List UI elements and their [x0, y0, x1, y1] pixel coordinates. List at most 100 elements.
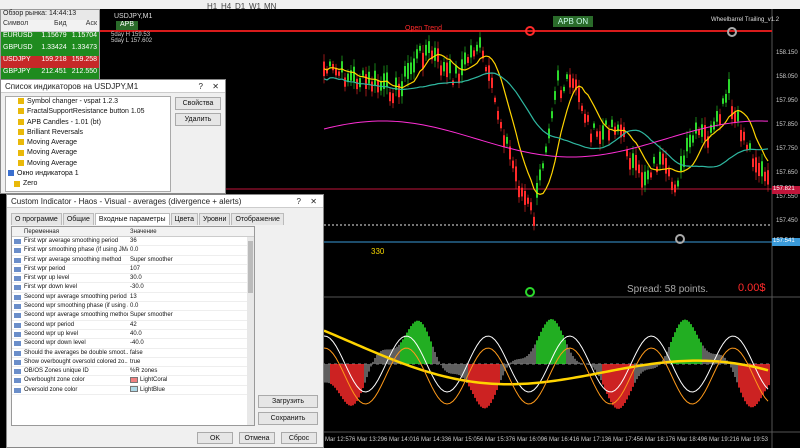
- param-value[interactable]: 30.0: [128, 274, 254, 282]
- tab-1[interactable]: Общие: [62, 213, 94, 225]
- candle-body: [572, 78, 574, 88]
- market-watch-row[interactable]: GBPUSD 1.33424 1.33473: [1, 44, 99, 56]
- indicator-item[interactable]: Symbol changer - vspat 1.2.3: [6, 97, 170, 107]
- tab-0[interactable]: О программе: [11, 213, 62, 225]
- param-row[interactable]: Show overbought oversold colored zo... tr…: [12, 358, 254, 368]
- indicator-item[interactable]: FractalSupportResistance button 1.05: [6, 107, 170, 117]
- param-value[interactable]: LightCoral: [128, 376, 254, 384]
- param-row[interactable]: Second wpr average smoothing period 13: [12, 293, 254, 303]
- tab-5[interactable]: Отображение: [231, 213, 284, 225]
- tab-4[interactable]: Уровни: [199, 213, 231, 225]
- candle-body: [698, 129, 700, 136]
- param-value[interactable]: 0.0: [128, 302, 254, 310]
- param-value[interactable]: 36: [128, 237, 254, 245]
- param-value[interactable]: -30.0: [128, 283, 254, 291]
- apb-badge[interactable]: APB: [116, 21, 138, 30]
- osc-bar: [376, 354, 378, 364]
- param-value[interactable]: 107: [128, 265, 254, 273]
- param-name: First wpr period: [12, 265, 128, 273]
- param-row[interactable]: Second wpr smoothing phase (if using JMA…: [12, 302, 254, 312]
- candle-body: [581, 105, 583, 111]
- osc-bar: [336, 364, 338, 391]
- params-grid[interactable]: Переменная Значение First wpr average sm…: [11, 226, 255, 426]
- ask-price-tag: 157.541: [772, 238, 800, 246]
- indicator-item[interactable]: Moving Average: [6, 148, 170, 158]
- param-row[interactable]: First wpr down level -30.0: [12, 283, 254, 293]
- candle-body: [566, 74, 568, 79]
- apb-on-button[interactable]: APB ON: [553, 16, 593, 27]
- osc-bar: [748, 364, 750, 407]
- ok-button[interactable]: OK: [197, 432, 233, 444]
- indicator-item[interactable]: Moving Average: [6, 138, 170, 148]
- osc-bar: [576, 360, 578, 364]
- param-value[interactable]: -40.0: [128, 339, 254, 347]
- param-name: Second wpr period: [12, 321, 128, 329]
- param-value[interactable]: true: [128, 358, 254, 366]
- indicator-tree[interactable]: Symbol changer - vspat 1.2.3 FractalSuppo…: [5, 96, 171, 192]
- candle-body: [470, 45, 472, 58]
- param-value[interactable]: Super smoother: [128, 311, 254, 319]
- market-watch-row[interactable]: USDJPY 159.218 159.258: [1, 56, 99, 68]
- param-value[interactable]: Super smoother: [128, 256, 254, 264]
- param-value[interactable]: %R zones: [128, 367, 254, 375]
- param-row[interactable]: First wpr period 107: [12, 265, 254, 275]
- param-name: Should the averages be double smoot...: [12, 349, 128, 357]
- candle-body: [344, 77, 346, 87]
- param-value[interactable]: LightBlue: [128, 386, 254, 394]
- market-watch-row[interactable]: EURUSD 1.15679 1.15704: [1, 32, 99, 44]
- tab-3[interactable]: Цвета: [170, 213, 199, 225]
- indicator-item[interactable]: Haos - Visual - averages (divergence + a…: [6, 190, 170, 192]
- delete-button[interactable]: Удалить: [175, 113, 221, 126]
- indicator-item[interactable]: Окно индикатора 1: [6, 169, 170, 179]
- candle-body: [758, 162, 760, 177]
- osc-bar: [460, 364, 462, 377]
- wheelbarrel-label: Wheelbarrel Trailing_v1.2: [711, 17, 780, 23]
- param-row[interactable]: First wpr smoothing phase (if using JMA)…: [12, 246, 254, 256]
- candle-body: [692, 135, 694, 143]
- close-icon[interactable]: ✕: [310, 195, 317, 208]
- osc-bar: [734, 364, 736, 378]
- osc-bar: [568, 348, 570, 364]
- save-button[interactable]: Сохранить: [258, 412, 318, 425]
- param-row[interactable]: Second wpr average smoothing method Super…: [12, 311, 254, 321]
- osc-bar: [708, 352, 710, 364]
- param-name: Second wpr down level: [12, 339, 128, 347]
- chart-symbol: USDJPY,M1: [114, 13, 153, 20]
- param-row[interactable]: Overbought zone color LightCoral: [12, 376, 254, 386]
- param-row[interactable]: First wpr average smoothing period 36: [12, 237, 254, 247]
- properties-button[interactable]: Свойства: [175, 97, 221, 110]
- indicator-item[interactable]: Moving Average: [6, 159, 170, 169]
- close-icon[interactable]: ✕: [212, 80, 219, 93]
- osc-bar: [692, 327, 694, 364]
- reset-button[interactable]: Сброс: [281, 432, 317, 444]
- osc-bar: [412, 323, 414, 364]
- param-row[interactable]: Should the averages be double smoot... fa…: [12, 349, 254, 358]
- indicator-item[interactable]: Brilliant Reversals: [6, 128, 170, 138]
- candle-body: [626, 149, 628, 157]
- market-watch-ask: 1.15704: [71, 32, 98, 39]
- indicator-item[interactable]: Zero: [6, 179, 170, 189]
- param-row[interactable]: Second wpr down level -40.0: [12, 339, 254, 349]
- cancel-button[interactable]: Отмена: [239, 432, 275, 444]
- param-row[interactable]: First wpr average smoothing method Super …: [12, 256, 254, 265]
- help-icon[interactable]: ?: [199, 80, 203, 93]
- osc-bar: [752, 364, 754, 408]
- param-value[interactable]: 40.0: [128, 330, 254, 338]
- param-value[interactable]: 13: [128, 293, 254, 301]
- param-row[interactable]: OB/OS Zones unique ID %R zones: [12, 367, 254, 377]
- help-icon[interactable]: ?: [297, 195, 301, 208]
- param-row[interactable]: Oversold zone color LightBlue: [12, 386, 254, 396]
- price-tick: 157.850: [776, 122, 798, 128]
- param-value[interactable]: false: [128, 349, 254, 357]
- param-row[interactable]: First wpr up level 30.0: [12, 274, 254, 284]
- bid-price-tag: 157.821: [772, 186, 800, 194]
- indicator-item[interactable]: APB Candles - 1.01 (bt): [6, 118, 170, 128]
- param-value[interactable]: 0.0: [128, 246, 254, 254]
- param-value[interactable]: 42: [128, 321, 254, 329]
- param-row[interactable]: Second wpr up level 40.0: [12, 330, 254, 340]
- param-row[interactable]: Second wpr period 42: [12, 321, 254, 330]
- load-button[interactable]: Загрузить: [258, 395, 318, 408]
- candle-body: [659, 151, 661, 165]
- params-scrollbar[interactable]: [247, 237, 254, 425]
- tab-2[interactable]: Входные параметры: [94, 213, 170, 225]
